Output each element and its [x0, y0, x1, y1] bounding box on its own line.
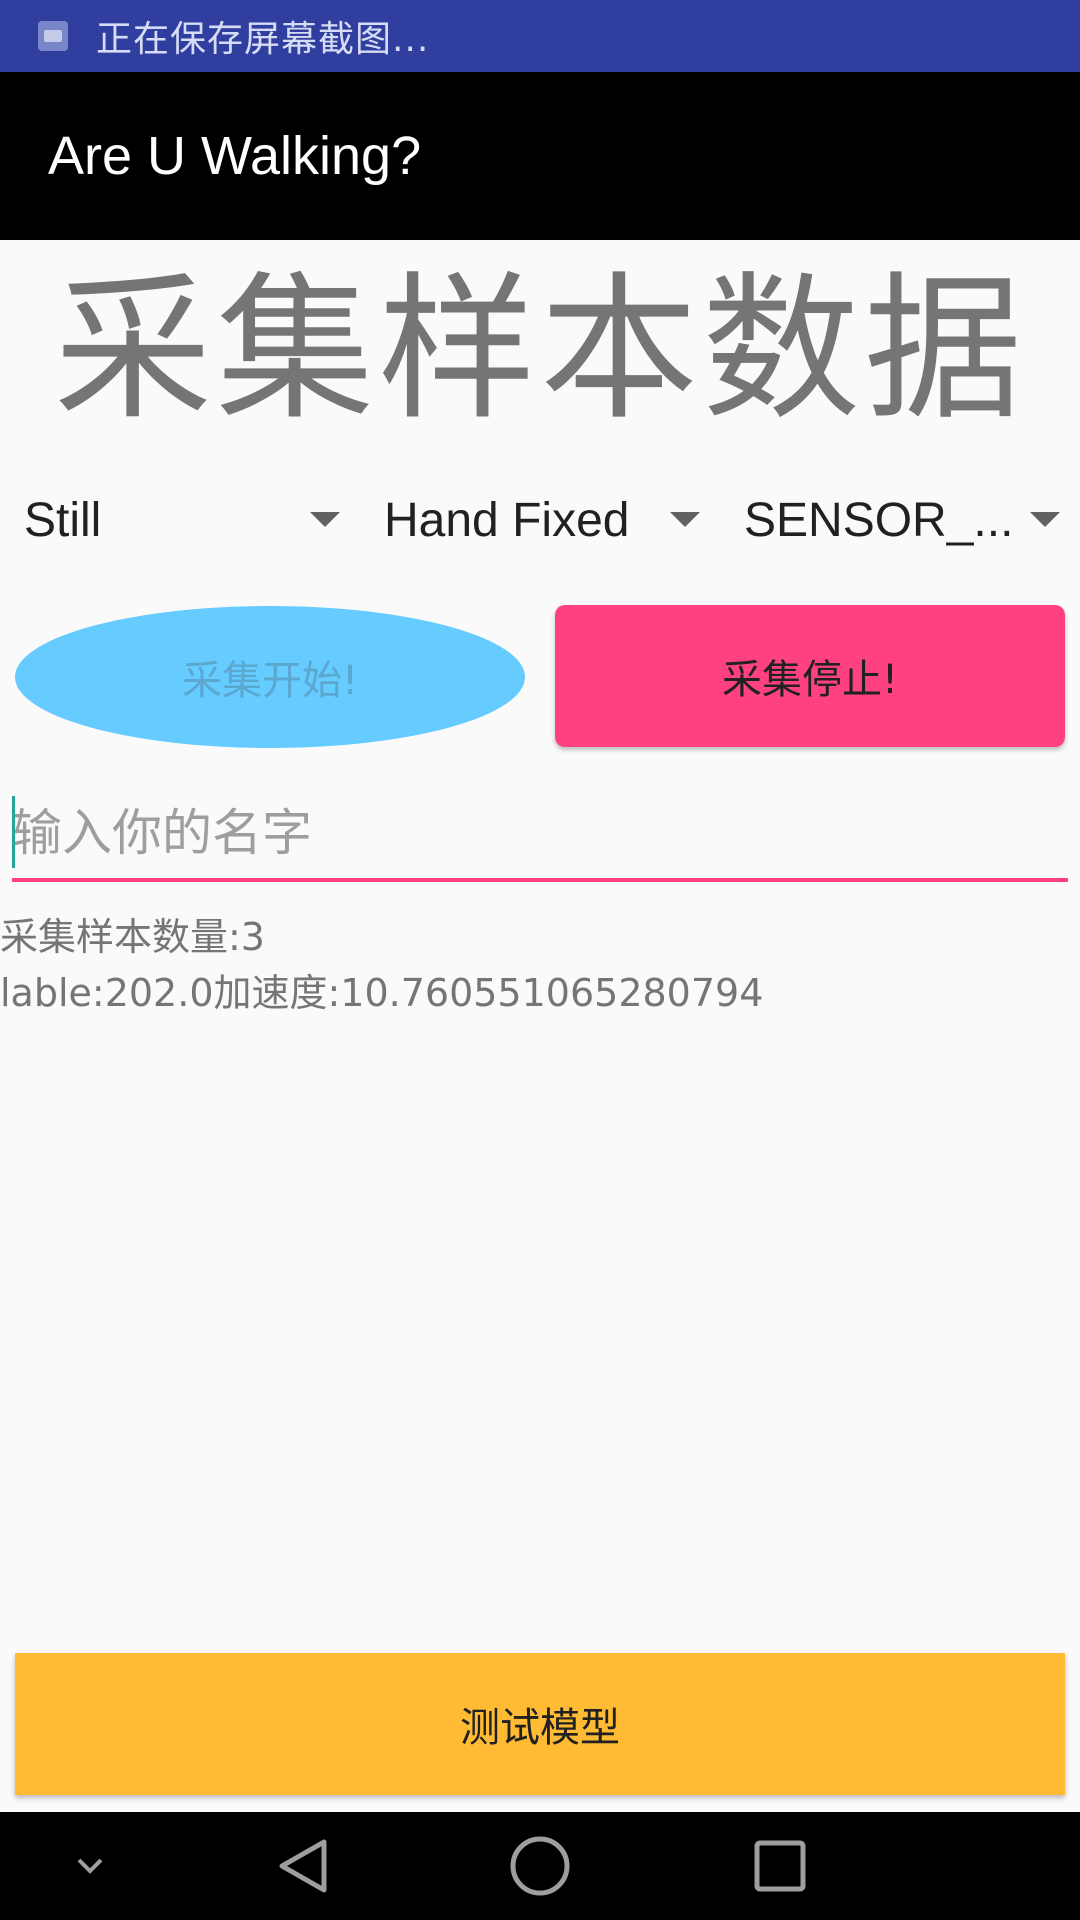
- text-cursor: [12, 796, 15, 868]
- app-title: Are U Walking?: [48, 126, 422, 186]
- back-icon[interactable]: [262, 1812, 342, 1920]
- home-icon[interactable]: [499, 1812, 581, 1920]
- position-spinner-value: Hand Fixed: [384, 493, 630, 547]
- dropdown-arrow-icon: [310, 512, 340, 527]
- notification-text: 正在保存屏幕截图...: [96, 19, 430, 60]
- label-acceleration-text: lable:202.0加速度:10.760551065280794: [0, 971, 764, 1015]
- sensor-spinner[interactable]: SENSOR_...: [744, 480, 1060, 560]
- name-input[interactable]: [12, 788, 1068, 882]
- stop-collect-button[interactable]: 采集停止!: [555, 605, 1065, 747]
- position-spinner[interactable]: Hand Fixed: [384, 480, 700, 560]
- recents-icon[interactable]: [740, 1812, 820, 1920]
- activity-spinner-value: Still: [24, 493, 102, 547]
- sensor-spinner-value: SENSOR_...: [744, 493, 1014, 547]
- dropdown-arrow-icon: [670, 512, 700, 527]
- start-collect-button[interactable]: 采集开始!: [15, 606, 525, 748]
- sample-count-text: 采集样本数量:3: [0, 915, 265, 959]
- navigation-bar: [0, 1812, 1080, 1920]
- test-model-button[interactable]: 测试模型: [15, 1653, 1065, 1795]
- status-bar: 正在保存屏幕截图...: [0, 0, 1080, 72]
- page-heading: 采集样本数据: [54, 258, 1026, 442]
- dropdown-arrow-icon: [1030, 512, 1060, 527]
- activity-spinner[interactable]: Still: [24, 480, 340, 560]
- app-bar: Are U Walking?: [0, 72, 1080, 240]
- chevron-down-icon[interactable]: [60, 1812, 120, 1920]
- image-icon: [38, 21, 68, 51]
